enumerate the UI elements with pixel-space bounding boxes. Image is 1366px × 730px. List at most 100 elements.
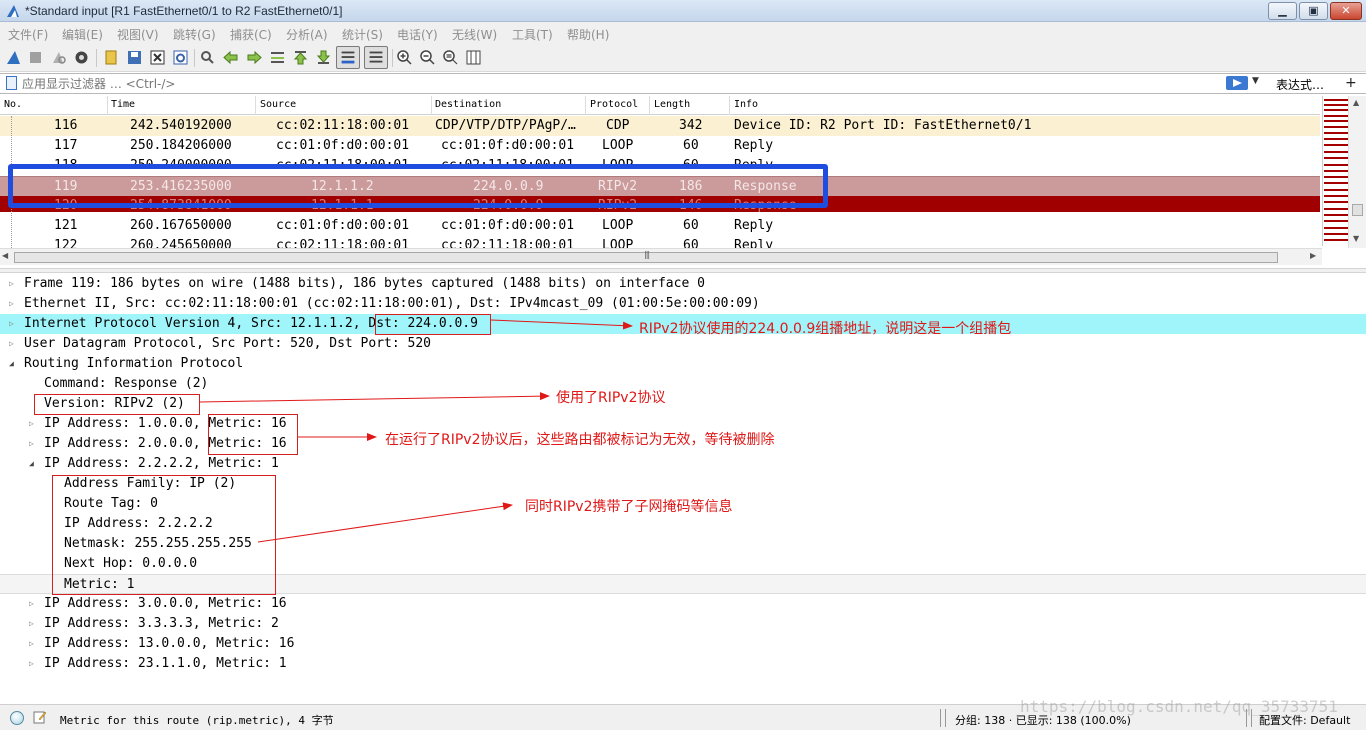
- expert-info-led-icon[interactable]: [10, 711, 24, 725]
- auto-scroll-icon[interactable]: [336, 46, 360, 69]
- column-header-time[interactable]: Time: [111, 99, 135, 110]
- add-filter-button[interactable]: +: [1345, 75, 1357, 91]
- expand-triangle-icon[interactable]: ▷: [29, 619, 37, 628]
- column-divider[interactable]: [649, 96, 650, 115]
- tree-item-rip-entry[interactable]: ▷ IP Address: 3.0.0.0, Metric: 16: [0, 594, 1366, 614]
- column-divider[interactable]: [255, 96, 256, 115]
- menu-wireless[interactable]: 无线(W): [452, 26, 497, 43]
- apply-filter-arrow-icon[interactable]: [1226, 76, 1248, 90]
- expand-triangle-icon[interactable]: ▷: [9, 279, 17, 288]
- pane-splitter[interactable]: [0, 268, 1366, 273]
- tree-item-frame[interactable]: ▷ Frame 119: 186 bytes on wire (1488 bit…: [0, 274, 1366, 294]
- expand-triangle-icon[interactable]: ▷: [29, 439, 37, 448]
- stop-icon[interactable]: [27, 49, 44, 66]
- packet-row[interactable]: 117 250.184206000 cc:01:0f:d0:00:01 cc:0…: [0, 136, 1320, 156]
- column-header-info[interactable]: Info: [734, 99, 758, 110]
- reload-file-icon[interactable]: [172, 49, 189, 66]
- expand-triangle-icon[interactable]: ▷: [9, 339, 17, 348]
- last-packet-icon[interactable]: [315, 49, 332, 66]
- minimap-mark: [1324, 201, 1348, 203]
- menu-analyze[interactable]: 分析(A): [286, 26, 328, 43]
- menu-edit[interactable]: 编辑(E): [62, 26, 103, 43]
- menu-telephony[interactable]: 电话(Y): [397, 26, 438, 43]
- capture-comment-edit-icon[interactable]: [33, 710, 47, 724]
- colorize-icon[interactable]: [364, 46, 388, 69]
- packet-list-vertical-scrollbar[interactable]: ▲ ▼: [1348, 96, 1366, 248]
- shark-fin-start-icon[interactable]: [5, 49, 22, 66]
- first-packet-icon[interactable]: [292, 49, 309, 66]
- minimap-mark: [1324, 170, 1348, 172]
- tree-item-rip[interactable]: ◢ Routing Information Protocol: [0, 354, 1366, 374]
- column-header-protocol[interactable]: Protocol: [590, 99, 638, 110]
- close-button[interactable]: ✕: [1330, 2, 1362, 20]
- filter-history-dropdown-icon[interactable]: ▼: [1252, 76, 1266, 90]
- tree-item-rip-entry-expanded[interactable]: ◢ IP Address: 2.2.2.2, Metric: 1: [0, 454, 1366, 474]
- expand-triangle-icon[interactable]: ▷: [9, 299, 17, 308]
- open-file-icon[interactable]: [103, 49, 120, 66]
- packet-minimap[interactable]: [1322, 96, 1348, 246]
- column-header-source[interactable]: Source: [260, 99, 296, 110]
- expand-triangle-icon[interactable]: ▷: [9, 319, 17, 328]
- packet-protocol: CDP: [606, 118, 630, 133]
- menu-view[interactable]: 视图(V): [117, 26, 159, 43]
- status-splitter[interactable]: [940, 709, 946, 727]
- tree-item-rip-entry[interactable]: ▷ IP Address: 23.1.1.0, Metric: 1: [0, 654, 1366, 674]
- column-header-destination[interactable]: Destination: [435, 99, 501, 110]
- tree-item-rip-entry[interactable]: ▷ IP Address: 3.3.3.3, Metric: 2: [0, 614, 1366, 634]
- menu-capture[interactable]: 捕获(C): [230, 26, 272, 43]
- scroll-down-arrow-icon[interactable]: ▼: [1353, 234, 1359, 243]
- column-header-no[interactable]: No.: [4, 99, 22, 110]
- menu-help[interactable]: 帮助(H): [567, 26, 609, 43]
- scrollbar-thumb[interactable]: [1352, 204, 1363, 216]
- close-file-icon[interactable]: [149, 49, 166, 66]
- packet-source: cc:02:11:18:00:01: [276, 118, 410, 133]
- tree-item-rip-command[interactable]: Command: Response (2): [0, 374, 1366, 394]
- column-divider[interactable]: [431, 96, 432, 115]
- menu-go[interactable]: 跳转(G): [173, 26, 216, 43]
- expand-triangle-icon[interactable]: ▷: [29, 419, 37, 428]
- scroll-right-arrow-icon[interactable]: ▶: [1310, 251, 1316, 260]
- find-packet-icon[interactable]: [199, 49, 216, 66]
- tree-item-ethernet[interactable]: ▷ Ethernet II, Src: cc:02:11:18:00:01 (c…: [0, 294, 1366, 314]
- expand-triangle-icon[interactable]: ▷: [29, 599, 37, 608]
- menu-tools[interactable]: 工具(T): [512, 26, 553, 43]
- zoom-normal-icon[interactable]: [442, 49, 459, 66]
- packet-no: 116: [54, 118, 78, 133]
- column-divider[interactable]: [729, 96, 730, 115]
- go-forward-icon[interactable]: [246, 49, 263, 66]
- menu-file[interactable]: 文件(F): [8, 26, 48, 43]
- expression-button[interactable]: 表达式…: [1276, 76, 1324, 93]
- minimize-button[interactable]: ▁: [1268, 2, 1297, 20]
- resize-columns-icon[interactable]: [465, 49, 482, 66]
- expand-triangle-icon[interactable]: ▷: [29, 639, 37, 648]
- minimap-mark: [1324, 109, 1348, 111]
- restart-icon[interactable]: [50, 49, 67, 66]
- zoom-out-icon[interactable]: [419, 49, 436, 66]
- go-to-packet-icon[interactable]: [269, 49, 286, 66]
- tree-item-rip-entry[interactable]: ▷ IP Address: 13.0.0.0, Metric: 16: [0, 634, 1366, 654]
- capture-options-icon[interactable]: [73, 49, 90, 66]
- packet-row[interactable]: 116 242.540192000 cc:02:11:18:00:01 CDP/…: [0, 116, 1320, 136]
- display-filter-input[interactable]: [22, 75, 1222, 92]
- zoom-in-icon[interactable]: [396, 49, 413, 66]
- scroll-left-arrow-icon[interactable]: ◀: [2, 251, 8, 260]
- go-back-icon[interactable]: [222, 49, 239, 66]
- menu-statistics[interactable]: 统计(S): [342, 26, 383, 43]
- minimap-mark: [1324, 220, 1348, 222]
- column-header-length[interactable]: Length: [654, 99, 690, 110]
- column-divider[interactable]: [585, 96, 586, 115]
- tree-item-rip-version[interactable]: Version: RIPv2 (2): [0, 394, 1366, 414]
- packet-row[interactable]: 121 260.167650000 cc:01:0f:d0:00:01 cc:0…: [0, 216, 1320, 236]
- minimap-mark: [1324, 208, 1348, 210]
- save-file-icon[interactable]: [126, 49, 143, 66]
- filter-bookmark-icon[interactable]: [6, 76, 17, 90]
- maximize-button[interactable]: ▣: [1299, 2, 1328, 20]
- toolbar-separator: [96, 49, 97, 67]
- collapse-triangle-icon[interactable]: ◢: [9, 359, 17, 368]
- scroll-up-arrow-icon[interactable]: ▲: [1353, 98, 1359, 107]
- minimap-mark: [1324, 120, 1348, 122]
- expand-triangle-icon[interactable]: ▷: [29, 659, 37, 668]
- column-divider[interactable]: [107, 96, 108, 115]
- collapse-triangle-icon[interactable]: ◢: [29, 459, 37, 468]
- packet-list-horizontal-scrollbar[interactable]: ◀ ||| ▶: [0, 248, 1322, 265]
